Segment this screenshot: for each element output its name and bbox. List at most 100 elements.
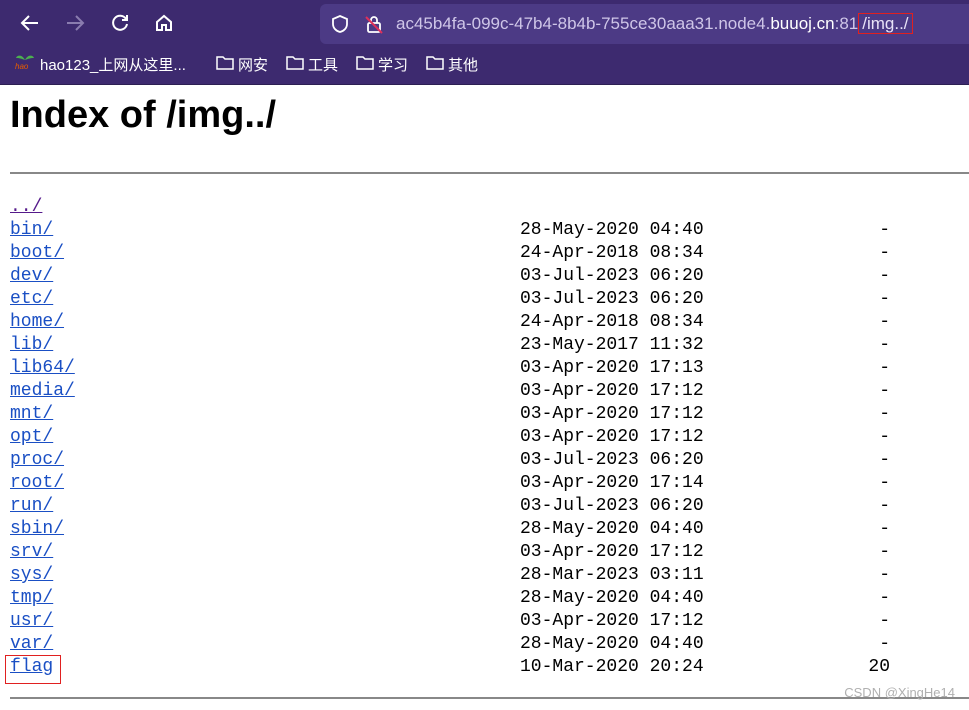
table-row: root/03-Apr-2020 17:14 -	[0, 472, 969, 495]
table-row: flag 10-Mar-2020 20:24 20	[0, 656, 969, 679]
entry-size: -	[879, 404, 890, 424]
hao123-logo-icon: hao	[14, 48, 36, 84]
entry-link[interactable]: lib64/	[10, 357, 75, 380]
bookmark-label: 网安	[238, 57, 269, 74]
back-arrow-icon[interactable]	[15, 8, 45, 38]
entry-size: -	[879, 289, 890, 309]
folder-icon	[286, 48, 304, 84]
table-row: opt/03-Apr-2020 17:12 -	[0, 426, 969, 449]
table-row: usr/03-Apr-2020 17:12 -	[0, 610, 969, 633]
entry-link[interactable]: sys/	[10, 564, 53, 587]
forward-arrow-icon[interactable]	[60, 8, 90, 38]
bookmark-hao123[interactable]: hao hao123_上网从这里...	[14, 48, 186, 84]
entry-size: -	[879, 243, 890, 263]
entry-date: 03-Apr-2020 17:14	[520, 473, 704, 493]
entry-size: -	[879, 588, 890, 608]
entry-date: 28-Mar-2023 03:11	[520, 565, 704, 585]
shield-icon[interactable]	[330, 14, 350, 34]
entry-size: -	[879, 335, 890, 355]
entry-size: -	[879, 565, 890, 585]
entry-link[interactable]: bin/	[10, 219, 53, 242]
entry-date: 03-Jul-2023 06:20	[520, 496, 704, 516]
table-row: dev/03-Jul-2023 06:20 -	[0, 265, 969, 288]
address-bar[interactable]: ac45b4fa-099c-47b4-8b4b-755ce30aaa31.nod…	[320, 4, 969, 44]
entry-link[interactable]: sbin/	[10, 518, 64, 541]
url-prefix: ac45b4fa-099c-47b4-8b4b-755ce30aaa31.nod…	[396, 14, 771, 33]
entry-link[interactable]: media/	[10, 380, 75, 403]
table-row: home/24-Apr-2018 08:34 -	[0, 311, 969, 334]
entry-date: 03-Jul-2023 06:20	[520, 450, 704, 470]
parent-row: ../	[0, 196, 969, 219]
entry-size: -	[879, 519, 890, 539]
url-port: :81	[834, 14, 859, 33]
bookmarks-bar: hao hao123_上网从这里... 网安 工具 学习 其他	[0, 48, 969, 85]
flag-highlight-box	[5, 655, 61, 684]
entry-date: 28-May-2020 04:40	[520, 588, 704, 608]
entry-size: -	[879, 266, 890, 286]
entry-link[interactable]: mnt/	[10, 403, 53, 426]
home-icon[interactable]	[149, 8, 179, 38]
bookmark-label: 学习	[378, 57, 409, 74]
table-row: proc/03-Jul-2023 06:20 -	[0, 449, 969, 472]
bookmark-folder-wangan[interactable]: 网安	[216, 48, 268, 84]
bookmark-label: hao123_上网从这里...	[40, 57, 186, 74]
entry-date: 23-May-2017 11:32	[520, 335, 704, 355]
table-row: media/03-Apr-2020 17:12 -	[0, 380, 969, 403]
entry-link[interactable]: opt/	[10, 426, 53, 449]
entry-link[interactable]: var/	[10, 633, 53, 656]
entry-size: -	[879, 634, 890, 654]
page-title: Index of /img../	[10, 94, 277, 136]
folder-icon	[426, 48, 444, 84]
entry-link[interactable]: srv/	[10, 541, 53, 564]
folder-icon	[356, 48, 374, 84]
entry-date: 28-May-2020 04:40	[520, 220, 704, 240]
table-row: lib/23-May-2017 11:32 -	[0, 334, 969, 357]
insecure-lock-icon[interactable]	[364, 14, 384, 34]
table-row: run/03-Jul-2023 06:20 -	[0, 495, 969, 518]
reload-icon[interactable]	[105, 8, 135, 38]
bookmark-folder-qita[interactable]: 其他	[426, 48, 478, 84]
top-divider	[10, 172, 969, 174]
entry-date: 03-Jul-2023 06:20	[520, 266, 704, 286]
svg-text:hao: hao	[15, 62, 29, 70]
entry-date: 10-Mar-2020 20:24	[520, 657, 704, 677]
entry-size: -	[879, 427, 890, 447]
parent-directory-link[interactable]: ../	[10, 196, 42, 219]
table-row: etc/03-Jul-2023 06:20 -	[0, 288, 969, 311]
entry-size: -	[879, 542, 890, 562]
table-row: lib64/03-Apr-2020 17:13 -	[0, 357, 969, 380]
table-row: srv/03-Apr-2020 17:12 -	[0, 541, 969, 564]
entry-link[interactable]: proc/	[10, 449, 64, 472]
entry-link[interactable]: tmp/	[10, 587, 53, 610]
bottom-divider	[10, 697, 969, 699]
bookmark-folder-xuexi[interactable]: 学习	[356, 48, 408, 84]
entry-date: 03-Apr-2020 17:12	[520, 542, 704, 562]
entry-link[interactable]: etc/	[10, 288, 53, 311]
entry-link[interactable]: usr/	[10, 610, 53, 633]
table-row: sys/28-Mar-2023 03:11 -	[0, 564, 969, 587]
entry-size: 20	[868, 657, 890, 677]
entry-date: 03-Apr-2020 17:13	[520, 358, 704, 378]
url-path-highlighted: /img../	[858, 13, 913, 34]
table-row: boot/24-Apr-2018 08:34 -	[0, 242, 969, 265]
entry-link[interactable]: dev/	[10, 265, 53, 288]
entry-link[interactable]: boot/	[10, 242, 64, 265]
entry-link[interactable]: run/	[10, 495, 53, 518]
entry-date: 03-Apr-2020 17:12	[520, 427, 704, 447]
entry-link[interactable]: home/	[10, 311, 64, 334]
browser-toolbar: ac45b4fa-099c-47b4-8b4b-755ce30aaa31.nod…	[0, 0, 969, 48]
entry-date: 03-Apr-2020 17:12	[520, 381, 704, 401]
entry-date: 03-Apr-2020 17:12	[520, 404, 704, 424]
bookmark-folder-gongju[interactable]: 工具	[286, 48, 338, 84]
entry-date: 03-Jul-2023 06:20	[520, 289, 704, 309]
entry-size: -	[879, 450, 890, 470]
table-row: sbin/28-May-2020 04:40 -	[0, 518, 969, 541]
entry-link[interactable]: lib/	[10, 334, 53, 357]
table-row: bin/28-May-2020 04:40 -	[0, 219, 969, 242]
folder-icon	[216, 48, 234, 84]
entry-size: -	[879, 381, 890, 401]
entry-date: 24-Apr-2018 08:34	[520, 243, 704, 263]
entry-link[interactable]: root/	[10, 472, 64, 495]
url-text[interactable]: ac45b4fa-099c-47b4-8b4b-755ce30aaa31.nod…	[396, 4, 913, 44]
entry-date: 28-May-2020 04:40	[520, 634, 704, 654]
